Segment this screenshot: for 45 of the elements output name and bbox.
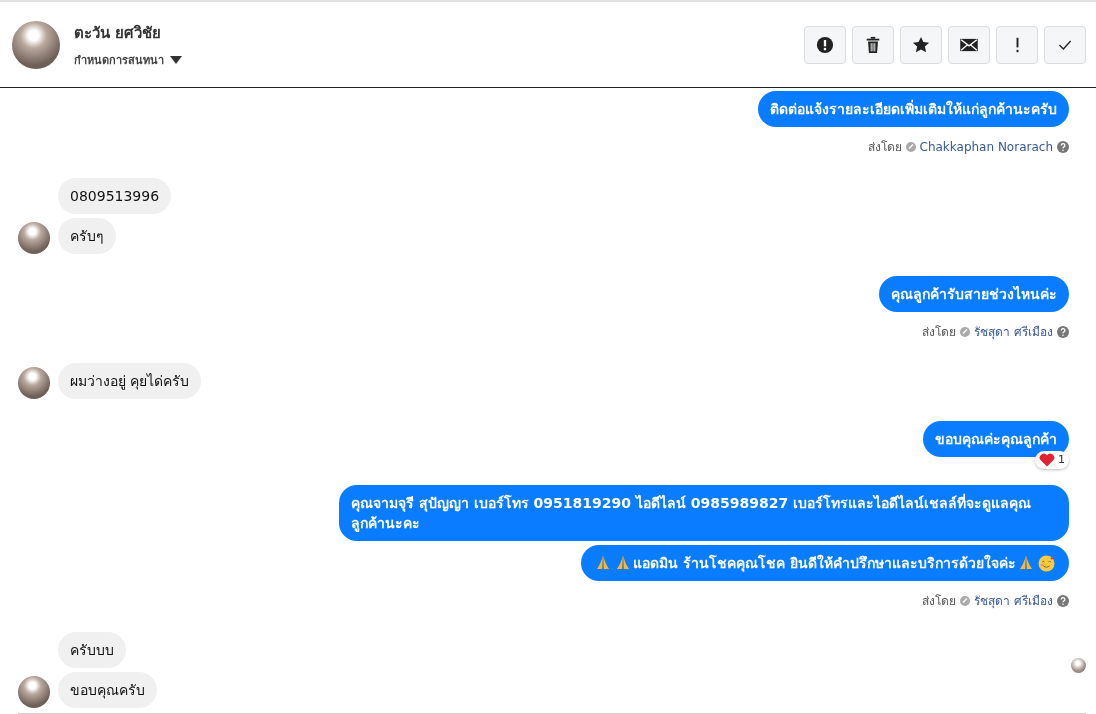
sent-by-label: ส่งโดย [922,324,957,341]
praying-hands-icon [1018,555,1034,571]
message-bubble: แอดมิน ร้านโชคคุณโชค ยินดีให้คำปรึกษาและบริการด้วยใจค่ะ [581,545,1069,581]
verified-icon [905,141,916,152]
exclaim-button[interactable] [996,25,1038,64]
praying-hands-icon [615,555,632,571]
alert-icon [816,35,834,54]
check-button[interactable] [1044,25,1086,64]
contact-name: ตะวัน ยศวิชัย [74,22,163,44]
caret-icon [170,55,182,64]
sender-link[interactable]: รัชสุดา ศรีเมือง [974,591,1053,610]
message-bubble: ผมว่างอยู่ คุยได่ครับ [58,363,202,399]
star-button[interactable] [900,25,942,64]
verified-icon [960,326,971,337]
message-bubble: คุณจามจุรี สุปัญญา เบอร์โทร 0951819290 ไอดีไลน์ 0985989827 เบอร์โทรและไอดีไลน์เชลล์ที่จะดูแลคุณลูกค้านะคะ [339,485,1069,541]
avatar [18,367,50,399]
mail-button[interactable] [948,25,990,64]
sender-link[interactable]: รัชสุดา ศรีเมือง [974,322,1053,341]
message-bubble: ครับๆ [58,218,116,254]
message-bubble: คุณลูกค้ารับสายช่วงไหนค่ะ [879,276,1069,312]
reaction-badge: 1 [1035,451,1069,469]
heart-icon [1039,453,1055,467]
smiling-face-icon [1038,554,1055,572]
help-icon [1057,594,1069,607]
praying-hands-icon [595,555,612,571]
alert-button[interactable] [804,25,846,64]
sender-link[interactable]: Chakkaphan Norarach [919,139,1053,154]
avatar [18,222,50,254]
sent-by-label: ส่งโดย [867,139,902,156]
avatar [18,676,50,708]
message-bubble: ขอบคุณครับ [58,672,157,708]
message-bubble: ติดต่อแจ้งรายละเอียดเพิ่มเติมให้แก่ลูกค้านะครับ [758,91,1069,127]
conversation-dropdown[interactable]: กำหนดการสนทนา [74,50,182,69]
envelope-icon [960,37,978,52]
star-icon [912,35,930,54]
trash-button[interactable] [852,25,894,64]
message-bubble: 0809513996 [58,178,172,214]
verified-icon [960,595,971,606]
sent-by-label: ส่งโดย [922,593,957,610]
help-icon [1057,325,1069,338]
message-bubble: ครับบบ [58,632,126,668]
exclamation-icon [1014,36,1020,53]
trash-icon [864,35,882,54]
help-icon [1057,140,1069,153]
avatar [12,20,60,69]
